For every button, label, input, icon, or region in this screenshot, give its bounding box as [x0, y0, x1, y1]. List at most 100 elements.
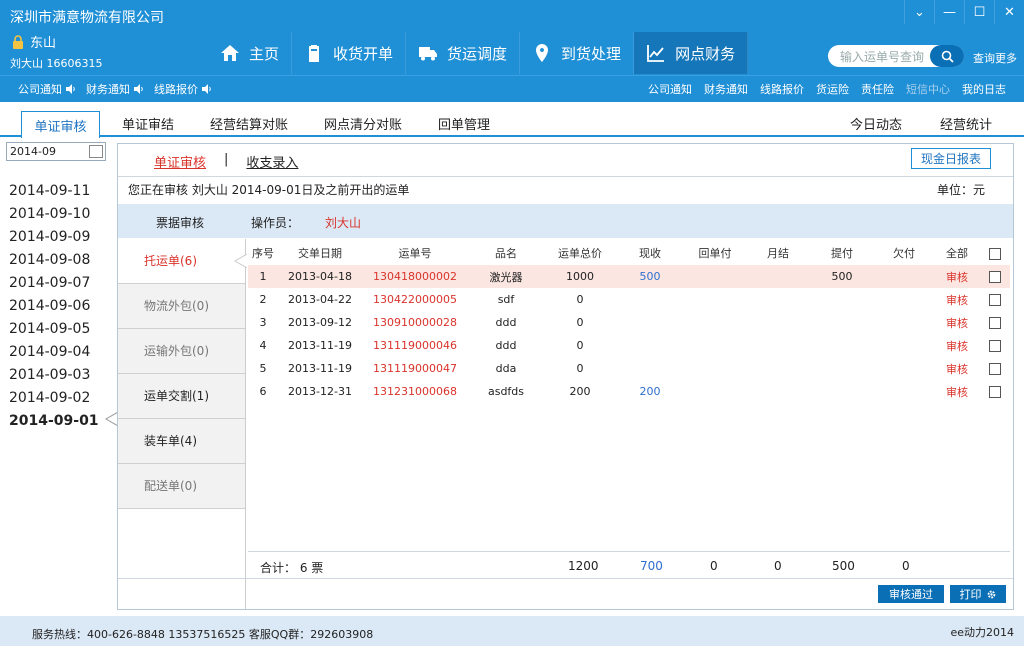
audit-link[interactable]: 审核	[934, 311, 980, 334]
row-checkbox[interactable]	[989, 271, 1001, 283]
notice-label: 公司通知	[18, 83, 62, 96]
home-icon	[221, 45, 239, 61]
speaker-icon	[134, 84, 143, 94]
print-label: 打印	[959, 588, 982, 601]
print-button[interactable]: 打印	[950, 585, 1006, 603]
table-row[interactable]: 6 2013-12-31 131231000068 asdfds 200 200 审核	[248, 380, 1010, 403]
close-icon[interactable]: ✕	[994, 0, 1024, 24]
category-delivery-list[interactable]: 配送单(0)	[118, 464, 245, 509]
notice-finance[interactable]: 财务通知	[86, 81, 144, 97]
nav-receive-order[interactable]: 收货开单	[292, 32, 407, 74]
notice-route-price[interactable]: 线路报价	[154, 81, 212, 97]
nav-home[interactable]: 主页	[208, 32, 293, 74]
cell-waybill: 131119000047	[373, 362, 457, 375]
cell-date: 2013-04-22	[288, 293, 352, 306]
date-item[interactable]: 2014-09-06	[9, 295, 99, 318]
date-list: 2014-09-11 2014-09-10 2014-09-09 2014-09…	[9, 180, 99, 433]
cell-no: 5	[259, 362, 267, 375]
link-liability-insurance[interactable]: 责任险	[861, 81, 894, 97]
category-waybill-handover[interactable]: 运单交割(1)	[118, 374, 245, 419]
cell-return	[684, 380, 746, 403]
nav-arrival[interactable]: 到货处理	[520, 32, 635, 74]
row-checkbox[interactable]	[989, 340, 1001, 352]
maximize-icon[interactable]: ☐	[964, 0, 994, 24]
link-my-log[interactable]: 我的日志	[962, 81, 1006, 97]
table-row[interactable]: 4 2013-11-19 131119000046 ddd 0 审核	[248, 334, 1010, 357]
status-footer: 服务热线：400-626-8848 13537516525 客服QQ群：2926…	[0, 616, 1024, 646]
audit-link[interactable]: 审核	[934, 334, 980, 357]
audit-link[interactable]: 审核	[934, 380, 980, 403]
date-item[interactable]: 2014-09-03	[9, 364, 99, 387]
tab-settlement-reconcile[interactable]: 经营结算对账	[196, 111, 302, 136]
dropdown-icon[interactable]: ⌄	[904, 0, 934, 24]
lock-icon	[13, 34, 23, 49]
link-sms-center[interactable]: 短信中心	[906, 81, 950, 97]
approve-button[interactable]: 审核通过	[878, 585, 944, 603]
tab-branch-clearing[interactable]: 网点清分对账	[312, 111, 414, 136]
date-item[interactable]: 2014-09-10	[9, 203, 99, 226]
link-finance-notice[interactable]: 财务通知	[704, 81, 748, 97]
category-logistics-outsource[interactable]: 物流外包(0)	[118, 284, 245, 329]
table-header: 序号 交单日期 运单号 品名 运单总价 现收 回单付 月结 提付 欠付 全部	[248, 241, 1010, 265]
waybill-search[interactable]: 输入运单号查询	[828, 45, 964, 67]
tab-today-activity[interactable]: 今日动态	[836, 111, 916, 136]
window-controls: ⌄ — ☐ ✕	[904, 0, 1024, 24]
category-transport-outsource[interactable]: 运输外包(0)	[118, 329, 245, 374]
link-cargo-insurance[interactable]: 货运险	[816, 81, 849, 97]
nav-dispatch[interactable]: 货运调度	[406, 32, 521, 74]
category-loading-list[interactable]: 装车单(4)	[118, 419, 245, 464]
month-picker[interactable]: 2014-09	[6, 142, 106, 161]
search-input[interactable]: 输入运单号查询	[840, 48, 924, 65]
link-route-price[interactable]: 线路报价	[760, 81, 804, 97]
app-header: 深圳市满意物流有限公司 东山 刘大山 16606315 ⌄ — ☐ ✕ 主页 收…	[0, 0, 1024, 102]
cash-daily-report-button[interactable]: 现金日报表	[911, 148, 991, 169]
cell-item: asdfds	[487, 385, 525, 398]
col-select-all	[980, 241, 1010, 265]
date-item-selected[interactable]: 2014-09-01	[9, 410, 99, 433]
tab-receipt-management[interactable]: 回单管理	[424, 111, 504, 136]
date-item[interactable]: 2014-09-09	[9, 226, 99, 249]
select-all-checkbox[interactable]	[989, 247, 1001, 260]
totals-pickup: 500	[832, 559, 855, 573]
user-info: 刘大山 16606315	[10, 57, 103, 70]
date-item[interactable]: 2014-09-08	[9, 249, 99, 272]
nav-finance[interactable]: 网点财务	[634, 32, 749, 74]
main-nav: 主页 收货开单 货运调度 到货处理 网点财务	[208, 32, 749, 74]
subtab-document-audit[interactable]: 单证审核	[154, 152, 206, 171]
date-item[interactable]: 2014-09-02	[9, 387, 99, 410]
row-checkbox[interactable]	[989, 363, 1001, 375]
row-checkbox[interactable]	[989, 317, 1001, 329]
cell-date: 2013-09-12	[288, 316, 352, 329]
date-item[interactable]: 2014-09-11	[9, 180, 99, 203]
totals-cash: 700	[640, 559, 663, 573]
cell-owe	[874, 357, 934, 380]
row-checkbox[interactable]	[989, 386, 1001, 398]
notice-label: 线路报价	[154, 83, 198, 96]
tab-business-stats[interactable]: 经营统计	[926, 111, 1006, 136]
category-consignment[interactable]: 托运单(6)	[118, 239, 245, 284]
table-row[interactable]: 1 2013-04-18 130418000002 激光器 1000 500 500 审核	[248, 265, 1010, 288]
notice-company[interactable]: 公司通知	[18, 81, 76, 97]
tab-document-close[interactable]: 单证审结	[110, 111, 186, 136]
audit-link[interactable]: 审核	[934, 265, 980, 288]
audit-link[interactable]: 审核	[934, 288, 980, 311]
table-row[interactable]: 5 2013-11-19 131119000047 dda 0 审核	[248, 357, 1010, 380]
date-item[interactable]: 2014-09-07	[9, 272, 99, 295]
location-pin-icon	[536, 44, 549, 62]
row-checkbox[interactable]	[989, 294, 1001, 306]
table-row[interactable]: 2 2013-04-22 130422000005 sdf 0 审核	[248, 288, 1010, 311]
search-more-link[interactable]: 查询更多	[973, 50, 1017, 66]
subtab-income-expense[interactable]: 收支录入	[246, 152, 298, 171]
cell-pickup	[810, 334, 874, 357]
date-item[interactable]: 2014-09-05	[9, 318, 99, 341]
date-item[interactable]: 2014-09-04	[9, 341, 99, 364]
audit-link[interactable]: 审核	[934, 357, 980, 380]
tab-document-audit[interactable]: 单证审核	[21, 111, 100, 138]
calendar-icon[interactable]	[89, 145, 103, 158]
link-company-notice[interactable]: 公司通知	[648, 81, 692, 97]
cell-waybill: 131119000046	[373, 339, 457, 352]
minimize-icon[interactable]: —	[934, 0, 964, 24]
search-button[interactable]	[930, 45, 964, 67]
table-row[interactable]: 3 2013-09-12 130910000028 ddd 0 审核	[248, 311, 1010, 334]
cell-no: 6	[259, 385, 267, 398]
